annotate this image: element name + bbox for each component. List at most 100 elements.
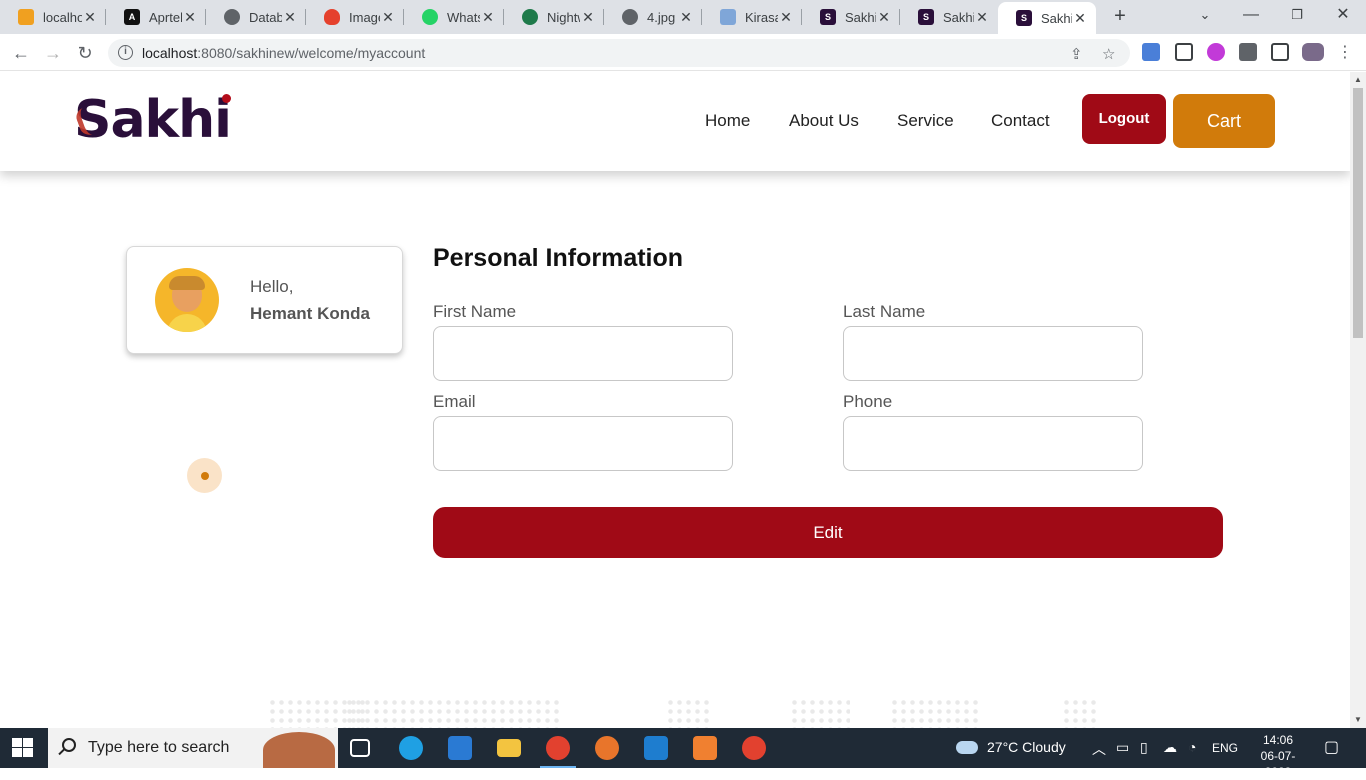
device-icon[interactable]: ▯ <box>1140 739 1148 756</box>
email-field[interactable] <box>433 416 733 471</box>
address-bar[interactable]: i localhost:8080/sakhinew/welcome/myacco… <box>108 39 1130 67</box>
browser-tab[interactable]: WhatsApp ✕ <box>404 0 504 34</box>
logout-button[interactable]: Logout <box>1082 94 1166 144</box>
browser-tab[interactable]: localhost ✕ <box>0 0 106 34</box>
profile-avatar-icon[interactable] <box>1302 43 1324 61</box>
kirasa-icon <box>720 9 736 25</box>
tab-search-icon[interactable]: ⌄ <box>1182 0 1228 34</box>
browser-tab[interactable]: Nightwing ✕ <box>504 0 604 34</box>
edit-button[interactable]: Edit <box>433 507 1223 558</box>
close-tab-icon[interactable]: ✕ <box>876 9 892 26</box>
close-tab-icon[interactable]: ✕ <box>1072 10 1088 27</box>
profile-card: Hello, Hemant Konda <box>126 246 403 354</box>
browser-tab[interactable]: S Sakhi ✕ <box>802 0 900 34</box>
chrome-icon[interactable] <box>742 736 766 760</box>
firefox-icon[interactable] <box>595 736 619 760</box>
taskbar-search-placeholder: Type here to search <box>88 739 230 756</box>
nav-contact[interactable]: Contact <box>991 111 1050 131</box>
vscode-icon[interactable] <box>644 736 668 760</box>
nav-service[interactable]: Service <box>897 111 954 131</box>
globe-icon <box>622 9 638 25</box>
xampp-icon[interactable] <box>693 736 717 760</box>
decorative-dots <box>345 698 560 728</box>
translate-icon[interactable] <box>1142 43 1160 61</box>
browser-tab[interactable]: 4.jpg ✕ <box>604 0 702 34</box>
weather-text[interactable]: 27°C Cloudy <box>987 739 1066 755</box>
close-tab-icon[interactable]: ✕ <box>580 9 596 26</box>
tray-overflow-icon[interactable]: ︿ <box>1092 739 1106 759</box>
last-name-label: Last Name <box>843 302 926 321</box>
edge-icon[interactable] <box>399 736 423 760</box>
taskbar-search-box[interactable]: Type here to search <box>48 728 338 768</box>
email-label: Email <box>433 392 476 411</box>
scroll-down-icon[interactable]: ▼ <box>1354 715 1362 724</box>
browser-tab[interactable]: A Aprtel ✕ <box>106 0 206 34</box>
close-tab-icon[interactable]: ✕ <box>778 9 794 26</box>
browser-tab[interactable]: Database ✕ <box>206 0 306 34</box>
close-tab-icon[interactable]: ✕ <box>480 9 496 26</box>
phone-label: Phone <box>843 392 893 411</box>
back-button[interactable]: ← <box>8 40 34 66</box>
windows-taskbar: Type here to search 27°C Cloudy ︿ ▭ ▯ ☁ … <box>0 728 1366 779</box>
clock-date: 06-07-2023 <box>1260 749 1296 779</box>
close-tab-icon[interactable]: ✕ <box>182 9 198 26</box>
first-name-field[interactable] <box>433 326 733 381</box>
last-name-field[interactable] <box>843 326 1143 381</box>
close-tab-icon[interactable]: ✕ <box>282 9 298 26</box>
browser-tab[interactable]: Image ✕ <box>306 0 404 34</box>
puzzle-icon[interactable] <box>1239 43 1257 61</box>
picture-in-picture-icon[interactable] <box>1175 43 1193 61</box>
sakhi-logo[interactable]: Sakhi <box>73 90 232 150</box>
clock-time: 14:06 <box>1262 733 1294 747</box>
system-clock[interactable]: 14:06 06-07-2023 <box>1248 732 1308 780</box>
browser-toolbar: ← → ↻ i localhost:8080/sakhinew/welcome/… <box>0 34 1366 71</box>
decorative-dots <box>1062 698 1096 728</box>
wifi-icon[interactable]: ◔ <box>1188 739 1196 755</box>
page-scrollbar[interactable]: ▲ ▼ <box>1350 72 1366 728</box>
task-view-icon[interactable] <box>350 739 370 757</box>
chrome-icon[interactable] <box>546 736 570 760</box>
reload-button[interactable]: ↻ <box>72 40 98 66</box>
nav-about-us[interactable]: About Us <box>789 111 859 131</box>
new-tab-button[interactable]: + <box>1108 4 1132 28</box>
sakhi-icon: S <box>820 9 836 25</box>
store-icon[interactable] <box>448 736 472 760</box>
forward-button[interactable]: → <box>40 40 66 66</box>
globe-icon <box>224 9 240 25</box>
cart-button[interactable]: Cart <box>1173 94 1275 148</box>
scrollbar-thumb[interactable] <box>1353 88 1363 338</box>
close-tab-icon[interactable]: ✕ <box>380 9 396 26</box>
close-tab-icon[interactable]: ✕ <box>82 9 98 26</box>
onedrive-icon[interactable]: ☁ <box>1163 739 1177 756</box>
browser-tab-active[interactable]: S Sakhi ✕ <box>998 2 1096 34</box>
restore-button[interactable]: ❐ <box>1274 0 1320 34</box>
browser-tab[interactable]: S Sakhi ✕ <box>900 0 998 34</box>
pma-icon <box>18 9 34 25</box>
share-icon[interactable]: ⇪ <box>1070 45 1083 63</box>
battery-icon[interactable]: ▭ <box>1116 739 1129 756</box>
file-explorer-icon[interactable] <box>497 739 521 757</box>
bookmark-star-icon[interactable]: ☆ <box>1102 45 1115 63</box>
close-tab-icon[interactable]: ✕ <box>974 9 990 26</box>
extension-color-icon[interactable] <box>1207 43 1225 61</box>
user-name: Hemant Konda <box>250 304 370 323</box>
scroll-up-icon[interactable]: ▲ <box>1354 75 1362 84</box>
phone-field[interactable] <box>843 416 1143 471</box>
browser-tab-strip: localhost ✕ A Aprtel ✕ Database ✕ Image … <box>0 0 1366 34</box>
sakhi-icon: S <box>1016 10 1032 26</box>
site-header: Sakhi Home About Us Service Contact Logo… <box>0 72 1350 171</box>
web-page: Sakhi Home About Us Service Contact Logo… <box>0 72 1350 728</box>
nav-home[interactable]: Home <box>705 111 750 131</box>
site-info-icon[interactable]: i <box>118 45 133 60</box>
browser-menu-icon[interactable]: ⋮ <box>1332 40 1358 66</box>
url-text[interactable]: localhost:8080/sakhinew/welcome/myaccoun… <box>142 45 425 61</box>
side-panel-icon[interactable] <box>1271 43 1289 61</box>
close-tab-icon[interactable]: ✕ <box>678 9 694 26</box>
windows-start-icon[interactable] <box>12 738 34 758</box>
notifications-icon[interactable]: ▢ <box>1324 737 1339 757</box>
close-window-button[interactable]: ✕ <box>1320 0 1366 34</box>
language-indicator[interactable]: ENG <box>1212 741 1238 755</box>
decorative-dots <box>666 698 712 728</box>
browser-tab[interactable]: Kirasa ✕ <box>702 0 802 34</box>
minimize-button[interactable]: — <box>1228 0 1274 34</box>
